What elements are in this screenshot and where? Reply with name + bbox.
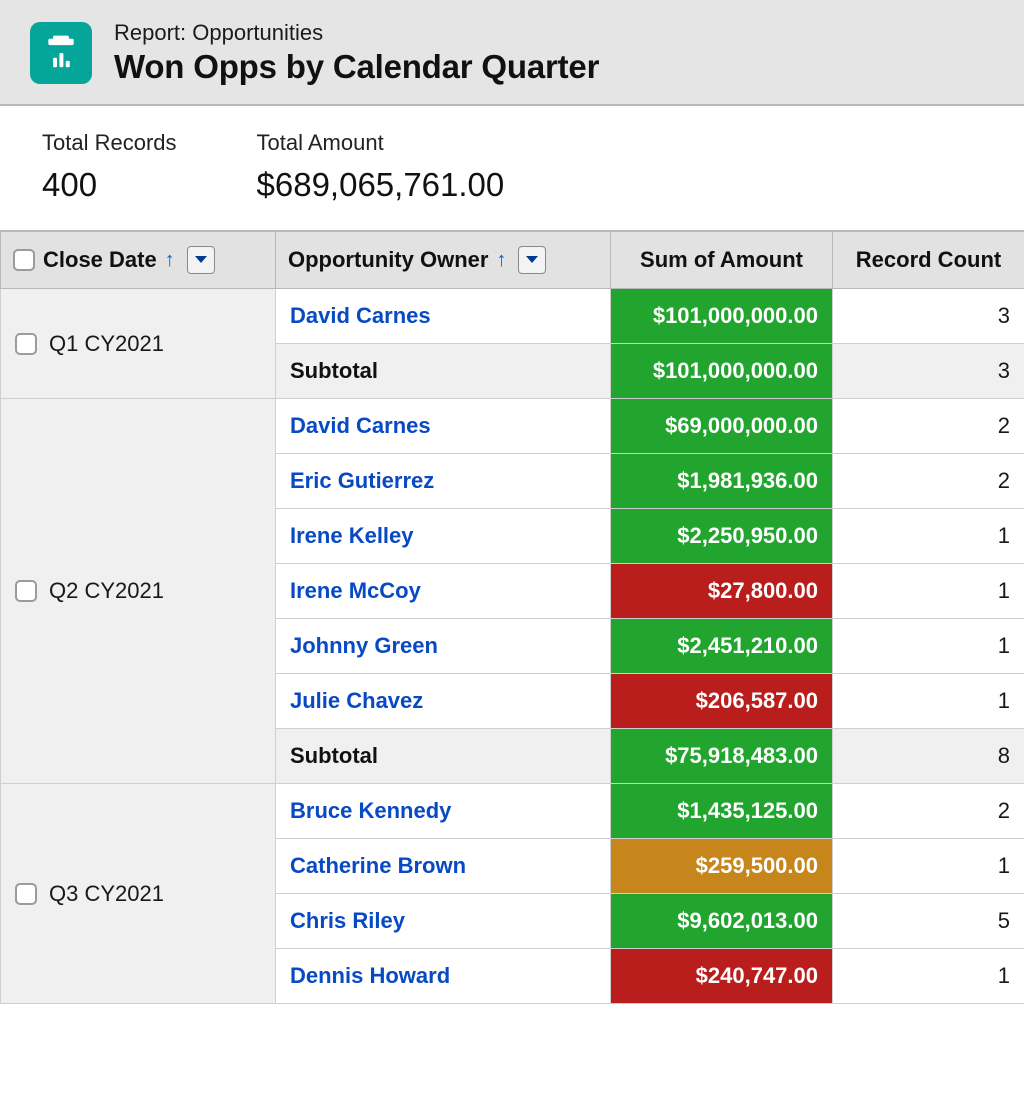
sort-ascending-icon[interactable]: ↑ bbox=[496, 249, 506, 272]
owner-link[interactable]: David Carnes bbox=[290, 303, 431, 328]
amount-cell: $9,602,013.00 bbox=[611, 894, 833, 949]
summary-value: $689,065,761.00 bbox=[257, 166, 505, 204]
report-icon bbox=[30, 22, 92, 84]
amount-cell: $2,451,210.00 bbox=[611, 619, 833, 674]
table-row: Q3 CY2021Bruce Kennedy$1,435,125.002 bbox=[1, 784, 1024, 839]
column-header-owner[interactable]: Opportunity Owner ↑ bbox=[276, 231, 611, 289]
owner-cell: Dennis Howard bbox=[276, 949, 611, 1004]
group-checkbox[interactable] bbox=[15, 580, 37, 602]
subtotal-label: Subtotal bbox=[276, 344, 611, 399]
owner-cell: Eric Gutierrez bbox=[276, 454, 611, 509]
count-cell: 5 bbox=[833, 894, 1024, 949]
subtotal-count: 8 bbox=[833, 729, 1024, 784]
count-cell: 1 bbox=[833, 674, 1024, 729]
column-label: Sum of Amount bbox=[640, 247, 803, 272]
count-cell: 1 bbox=[833, 839, 1024, 894]
count-cell: 1 bbox=[833, 509, 1024, 564]
report-pretitle: Report: Opportunities bbox=[114, 20, 599, 46]
owner-link[interactable]: Irene McCoy bbox=[290, 578, 421, 603]
count-cell: 3 bbox=[833, 289, 1024, 344]
subtotal-label: Subtotal bbox=[276, 729, 611, 784]
count-cell: 2 bbox=[833, 399, 1024, 454]
owner-cell: Irene Kelley bbox=[276, 509, 611, 564]
amount-cell: $240,747.00 bbox=[611, 949, 833, 1004]
owner-link[interactable]: Catherine Brown bbox=[290, 853, 466, 878]
owner-cell: David Carnes bbox=[276, 289, 611, 344]
amount-cell: $69,000,000.00 bbox=[611, 399, 833, 454]
owner-cell: Chris Riley bbox=[276, 894, 611, 949]
subtotal-amount: $75,918,483.00 bbox=[611, 729, 833, 784]
group-cell: Q3 CY2021 bbox=[1, 784, 276, 1004]
group-checkbox[interactable] bbox=[15, 883, 37, 905]
column-header-record-count[interactable]: Record Count bbox=[833, 231, 1024, 289]
owner-cell: Bruce Kennedy bbox=[276, 784, 611, 839]
summary-total-records: Total Records 400 bbox=[42, 130, 177, 204]
amount-cell: $206,587.00 bbox=[611, 674, 833, 729]
report-title: Won Opps by Calendar Quarter bbox=[114, 48, 599, 86]
owner-link[interactable]: Johnny Green bbox=[290, 633, 438, 658]
sort-ascending-icon[interactable]: ↑ bbox=[165, 249, 175, 272]
subtotal-amount: $101,000,000.00 bbox=[611, 344, 833, 399]
owner-cell: Johnny Green bbox=[276, 619, 611, 674]
amount-cell: $2,250,950.00 bbox=[611, 509, 833, 564]
column-menu-button[interactable] bbox=[187, 246, 215, 274]
owner-cell: Julie Chavez bbox=[276, 674, 611, 729]
count-cell: 1 bbox=[833, 564, 1024, 619]
amount-cell: $259,500.00 bbox=[611, 839, 833, 894]
table-row: Q1 CY2021David Carnes$101,000,000.003 bbox=[1, 289, 1024, 344]
owner-cell: Catherine Brown bbox=[276, 839, 611, 894]
summary-label: Total Amount bbox=[257, 130, 505, 156]
owner-link[interactable]: Chris Riley bbox=[290, 908, 405, 933]
amount-cell: $101,000,000.00 bbox=[611, 289, 833, 344]
amount-cell: $27,800.00 bbox=[611, 564, 833, 619]
owner-link[interactable]: Irene Kelley bbox=[290, 523, 414, 548]
report-header: Report: Opportunities Won Opps by Calend… bbox=[0, 0, 1024, 106]
select-all-checkbox[interactable] bbox=[13, 249, 35, 271]
owner-cell: David Carnes bbox=[276, 399, 611, 454]
owner-link[interactable]: Bruce Kennedy bbox=[290, 798, 451, 823]
owner-link[interactable]: David Carnes bbox=[290, 413, 431, 438]
owner-link[interactable]: Dennis Howard bbox=[290, 963, 450, 988]
count-cell: 2 bbox=[833, 784, 1024, 839]
owner-cell: Irene McCoy bbox=[276, 564, 611, 619]
group-label: Q1 CY2021 bbox=[49, 331, 164, 357]
summary-row: Total Records 400 Total Amount $689,065,… bbox=[0, 106, 1024, 230]
count-cell: 1 bbox=[833, 949, 1024, 1004]
owner-link[interactable]: Julie Chavez bbox=[290, 688, 423, 713]
column-header-close-date[interactable]: Close Date ↑ bbox=[1, 231, 276, 289]
amount-cell: $1,435,125.00 bbox=[611, 784, 833, 839]
amount-cell: $1,981,936.00 bbox=[611, 454, 833, 509]
column-menu-button[interactable] bbox=[518, 246, 546, 274]
group-cell: Q1 CY2021 bbox=[1, 289, 276, 399]
report-table: Close Date ↑ Opportunity Owner ↑ Sum bbox=[0, 230, 1024, 1004]
column-label: Close Date bbox=[43, 247, 157, 273]
column-label: Opportunity Owner bbox=[288, 247, 488, 273]
summary-label: Total Records bbox=[42, 130, 177, 156]
table-row: Q2 CY2021David Carnes$69,000,000.002 bbox=[1, 399, 1024, 454]
count-cell: 2 bbox=[833, 454, 1024, 509]
group-cell: Q2 CY2021 bbox=[1, 399, 276, 784]
column-label: Record Count bbox=[856, 247, 1001, 272]
subtotal-count: 3 bbox=[833, 344, 1024, 399]
column-header-sum-amount[interactable]: Sum of Amount bbox=[611, 231, 833, 289]
owner-link[interactable]: Eric Gutierrez bbox=[290, 468, 434, 493]
group-checkbox[interactable] bbox=[15, 333, 37, 355]
group-label: Q2 CY2021 bbox=[49, 578, 164, 604]
count-cell: 1 bbox=[833, 619, 1024, 674]
group-label: Q3 CY2021 bbox=[49, 881, 164, 907]
summary-total-amount: Total Amount $689,065,761.00 bbox=[257, 130, 505, 204]
summary-value: 400 bbox=[42, 166, 177, 204]
